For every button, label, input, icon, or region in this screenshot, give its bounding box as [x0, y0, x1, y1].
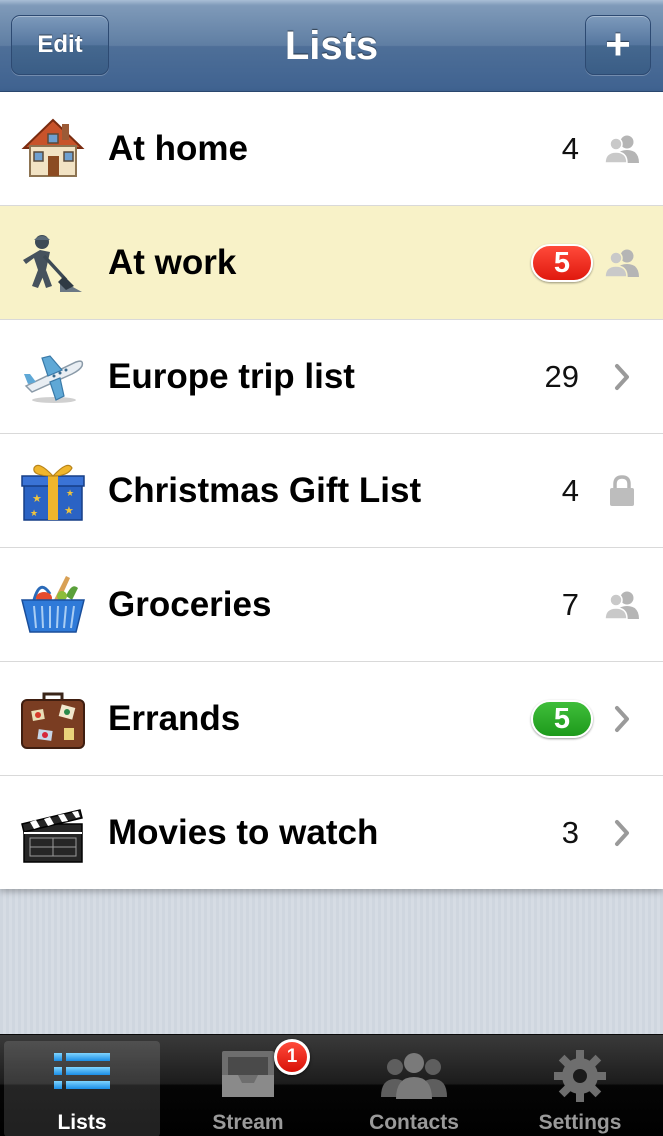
tab-label: Contacts [369, 1111, 459, 1134]
item-count: 29 [544, 359, 579, 394]
unread-badge: 5 [531, 244, 593, 282]
list-row-christmas-gift[interactable]: ★ ★ ★ ★ Christmas Gift List 4 [0, 434, 663, 548]
svg-text:★: ★ [64, 504, 74, 517]
list-title: At home [108, 129, 248, 168]
list-title: Europe trip list [108, 357, 355, 396]
tab-bar: Lists Stream Contacts Settings [0, 1034, 663, 1136]
edit-button[interactable]: Edit [11, 15, 109, 75]
list-row-at-work[interactable]: At work 5 [0, 206, 663, 320]
unread-badge: 5 [531, 700, 593, 738]
svg-text:★: ★ [30, 509, 38, 519]
item-count: 7 [561, 587, 579, 622]
gift-box-icon: ★ ★ ★ ★ [20, 458, 86, 524]
shared-people-icon [603, 245, 641, 281]
tab-contacts[interactable]: Contacts [336, 1041, 492, 1136]
list-row-at-home[interactable]: At home 4 [0, 92, 663, 206]
airplane-icon [20, 344, 86, 410]
chevron-right-icon [603, 359, 641, 395]
grocery-basket-icon [20, 572, 86, 638]
item-count: 4 [561, 473, 579, 508]
tab-label: Settings [538, 1111, 622, 1134]
lists-table: At home 4 At work 5 Europe trip list 29 … [0, 92, 663, 889]
stream-notification-badge: 1 [274, 1039, 310, 1075]
list-row-errands[interactable]: Errands 5 [0, 662, 663, 776]
list-title: Christmas Gift List [108, 471, 422, 510]
inbox-tray-icon [220, 1049, 276, 1106]
tab-label: Lists [57, 1111, 107, 1134]
chevron-right-icon [603, 701, 641, 737]
navigation-bar: Lists Edit + [0, 0, 663, 92]
list-title: Groceries [108, 585, 272, 624]
shared-people-icon [603, 587, 641, 623]
lock-icon [603, 473, 641, 509]
list-title: At work [108, 243, 237, 282]
house-icon [20, 116, 86, 182]
tab-label: Stream [212, 1111, 284, 1134]
svg-text:★: ★ [32, 492, 42, 505]
list-row-europe-trip[interactable]: Europe trip list 29 [0, 320, 663, 434]
list-row-movies[interactable]: Movies to watch 3 [0, 776, 663, 889]
item-count: 3 [561, 815, 579, 850]
list-title: Errands [108, 699, 241, 738]
tab-settings[interactable]: Settings [502, 1041, 658, 1136]
chevron-right-icon [603, 815, 641, 851]
svg-text:★: ★ [66, 489, 74, 499]
shared-people-icon [603, 131, 641, 167]
gear-icon [553, 1049, 607, 1108]
tab-lists[interactable]: Lists [4, 1041, 160, 1136]
list-icon [54, 1049, 110, 1104]
item-count: 4 [561, 131, 579, 166]
add-list-button[interactable]: + [585, 15, 651, 75]
construction-worker-icon [20, 230, 86, 296]
clapperboard-icon [20, 800, 86, 866]
list-row-groceries[interactable]: Groceries 7 [0, 548, 663, 662]
list-title: Movies to watch [108, 813, 379, 852]
suitcase-icon [20, 686, 86, 752]
contacts-icon [379, 1049, 449, 1106]
